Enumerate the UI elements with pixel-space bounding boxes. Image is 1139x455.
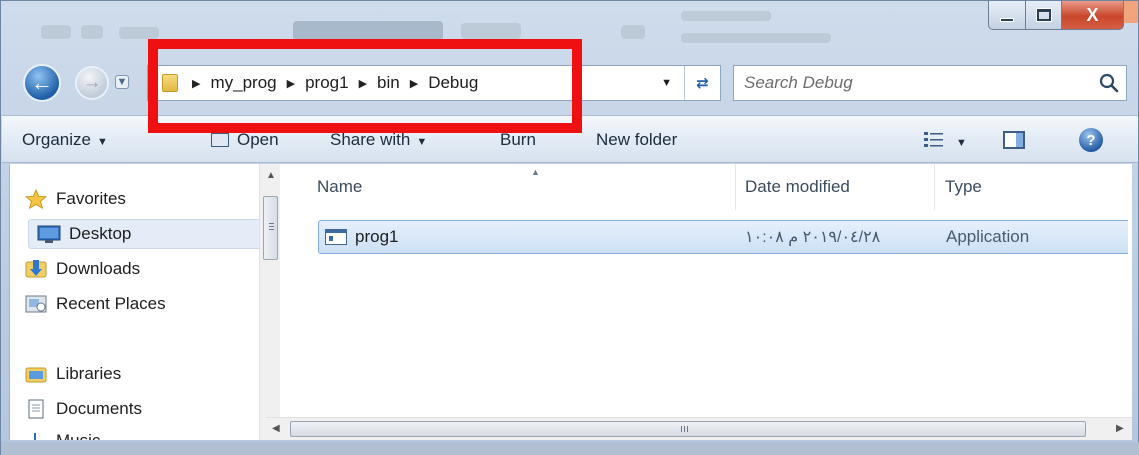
window-corner-decoration	[1124, 1, 1138, 23]
chevron-down-icon: ▼	[416, 136, 428, 148]
navigation-pane: Favorites Desktop Downloads Recent Place…	[10, 164, 280, 440]
chevron-down-icon: ▼	[96, 136, 108, 148]
nav-item-downloads[interactable]: Downloads	[24, 254, 140, 284]
nav-item-libraries[interactable]: Libraries	[24, 359, 121, 389]
views-dropdown-button[interactable]: ▼	[950, 131, 967, 151]
window-bottom-border	[1, 442, 1139, 455]
nav-item-label: Music	[56, 426, 100, 440]
nav-item-label: Desktop	[69, 224, 132, 243]
desktop-icon	[37, 225, 61, 243]
scrollbar-thumb[interactable]	[263, 196, 278, 260]
music-icon	[34, 433, 36, 440]
highlight-box	[148, 39, 582, 133]
application-icon	[325, 229, 347, 245]
file-list: ▲ Name Date modified Type prog1 ٢٠١٩/٠٤/…	[282, 164, 1132, 440]
search-input[interactable]	[744, 72, 1074, 94]
scroll-right-icon[interactable]: ▶	[1116, 423, 1124, 434]
explorer-window: X ← → ▼ ▶ my_prog ▶ prog1 ▶ bin ▶ Debug …	[0, 0, 1139, 455]
search-icon[interactable]	[1098, 72, 1120, 94]
blur-artifact	[81, 25, 103, 39]
column-header-date-modified[interactable]: Date modified	[745, 164, 850, 210]
nav-item-label: Documents	[56, 399, 142, 418]
open-icon	[211, 133, 229, 147]
blur-artifact	[461, 23, 521, 39]
nav-pane-scrollbar[interactable]: ▲ ▼	[259, 164, 280, 440]
scroll-left-icon[interactable]: ◀	[272, 423, 280, 434]
back-button[interactable]: ←	[23, 64, 61, 102]
chevron-down-icon: ▼	[956, 137, 967, 149]
nav-item-favorites[interactable]: Favorites	[24, 184, 126, 214]
scroll-up-icon[interactable]: ▲	[266, 170, 276, 181]
blur-artifact	[119, 27, 159, 39]
close-button[interactable]: X	[1062, 1, 1124, 30]
nav-item-recent-places[interactable]: Recent Places	[24, 289, 166, 319]
preview-pane-icon[interactable]	[1003, 131, 1025, 149]
recent-pages-button[interactable]: ▼	[115, 75, 129, 89]
column-header-label: Date modified	[745, 177, 850, 196]
maximize-button[interactable]	[1026, 1, 1062, 30]
column-header-type[interactable]: Type	[945, 164, 982, 210]
grip-icon	[681, 426, 682, 432]
forward-button[interactable]: →	[75, 66, 109, 100]
back-arrow-icon: ←	[31, 70, 53, 95]
burn-button[interactable]: Burn	[500, 130, 536, 150]
column-header-name[interactable]: Name	[317, 164, 362, 210]
file-name: prog1	[355, 227, 399, 246]
blur-artifact	[681, 33, 831, 43]
type-cell: Application	[946, 221, 1029, 253]
minimize-button[interactable]	[988, 1, 1026, 30]
blur-artifact	[41, 25, 71, 39]
documents-icon	[28, 399, 44, 419]
table-row[interactable]: prog1 ٢٠١٩/٠٤/٢٨ م ١٠:٠٨ Application	[318, 220, 1128, 254]
nav-item-music[interactable]: Music	[24, 426, 100, 440]
caption-buttons: X	[988, 1, 1124, 31]
nav-item-desktop[interactable]: Desktop	[28, 219, 266, 249]
column-divider[interactable]	[934, 164, 935, 210]
close-icon: X	[1086, 4, 1099, 25]
organize-button[interactable]: Organize ▼	[22, 130, 108, 150]
recent-places-icon	[25, 295, 47, 313]
share-with-button[interactable]: Share with ▼	[330, 130, 427, 150]
file-name-cell[interactable]: prog1	[325, 221, 398, 253]
chevron-down-icon: ▼	[116, 76, 128, 88]
help-icon[interactable]: ?	[1079, 128, 1103, 152]
blur-artifact	[681, 11, 771, 21]
views-icon[interactable]	[924, 131, 944, 149]
new-folder-label: New folder	[596, 130, 678, 149]
content-area: Favorites Desktop Downloads Recent Place…	[9, 164, 1132, 440]
organize-label: Organize	[22, 130, 91, 149]
column-header-label: Name	[317, 177, 363, 196]
search-box	[733, 65, 1127, 101]
blur-artifact	[293, 21, 443, 41]
open-button[interactable]: Open	[237, 130, 279, 150]
nav-item-label: Recent Places	[56, 294, 166, 313]
file-type: Application	[946, 227, 1030, 246]
forward-arrow-icon: →	[82, 72, 102, 93]
new-folder-button[interactable]: New folder	[596, 130, 677, 150]
sort-ascending-icon: ▲	[531, 167, 540, 177]
nav-item-documents[interactable]: Documents	[24, 394, 142, 424]
refresh-icon[interactable]: ⇄	[684, 66, 720, 100]
scrollbar-thumb[interactable]	[290, 421, 1086, 437]
maximize-icon	[1036, 9, 1051, 21]
file-list-horizontal-scrollbar[interactable]: ◀ ▶	[266, 417, 1132, 440]
date-modified: ٢٠١٩/٠٤/٢٨ م ١٠:٠٨	[745, 229, 881, 246]
column-divider[interactable]	[735, 164, 736, 210]
nav-item-label: Favorites	[56, 189, 126, 208]
minimize-icon	[1000, 18, 1014, 22]
blur-artifact	[621, 25, 645, 39]
libraries-icon	[25, 367, 47, 383]
nav-item-label: Libraries	[56, 364, 122, 383]
downloads-icon	[25, 260, 47, 278]
date-modified-cell: ٢٠١٩/٠٤/٢٨ م ١٠:٠٨	[745, 221, 880, 253]
grip-icon	[269, 223, 274, 224]
address-dropdown-icon[interactable]: ▼	[661, 77, 672, 89]
column-header-label: Type	[945, 177, 982, 196]
star-icon	[24, 189, 48, 209]
nav-item-label: Downloads	[56, 259, 141, 278]
